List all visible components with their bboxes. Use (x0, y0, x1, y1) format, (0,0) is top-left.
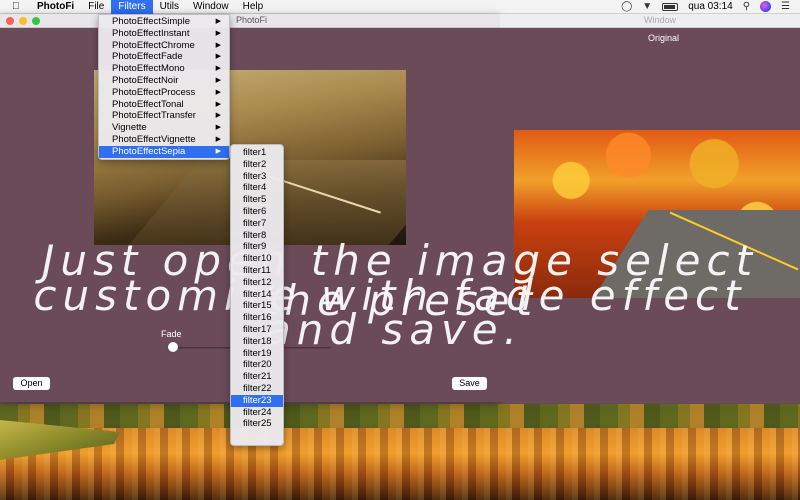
battery-icon[interactable] (662, 2, 679, 11)
menu-window[interactable]: Window (186, 0, 236, 14)
filters-menu-item-label: PhotoEffectTransfer (112, 110, 196, 122)
submenu-arrow-icon: ▶ (215, 41, 221, 49)
wallpaper-lake (0, 428, 800, 500)
sepia-submenu-item[interactable]: filter15 (231, 300, 283, 312)
filters-menu: PhotoEffectSimple ▶ PhotoEffectInstant ▶ Pho… (98, 14, 230, 160)
sepia-submenu-item[interactable]: filter4 (231, 182, 283, 194)
filters-menu-item-label: PhotoEffectMono (112, 63, 185, 75)
sepia-submenu-item[interactable]: filter14 (231, 289, 283, 301)
filters-menu-item[interactable]: PhotoEffectVignette ▶ (99, 134, 229, 146)
sepia-submenu-item[interactable]: filter23 (231, 394, 283, 407)
spotlight-search-icon[interactable]: ⚲ (743, 1, 750, 12)
apple-icon[interactable]:  (12, 1, 26, 12)
main-window-title: PhotoFi (236, 15, 268, 25)
sepia-submenu-item[interactable]: filter16 (231, 312, 283, 324)
filters-menu-item[interactable]: PhotoEffectMono ▶ (99, 63, 229, 75)
sepia-submenu: filter1 filter2 filter3 filter4 filter5 filte… (230, 144, 284, 446)
filters-menu-item-label: Vignette (112, 122, 147, 134)
original-image-preview (514, 130, 800, 298)
submenu-arrow-icon: ▶ (215, 65, 221, 73)
menu-app-name[interactable]: PhotoFi (30, 0, 81, 14)
sepia-submenu-item[interactable]: filter20 (231, 359, 283, 371)
original-window-titlebar[interactable]: Window (500, 14, 800, 28)
status-area: ◯ ▼ qua 03:14 ⚲ ☰ (621, 1, 800, 12)
menu-bar:  PhotoFi File Filters Utils Window Help… (0, 0, 800, 14)
wifi-icon[interactable]: ▼ (642, 1, 652, 12)
filters-menu-item[interactable]: PhotoEffectChrome ▶ (99, 40, 229, 52)
filters-menu-item[interactable]: PhotoEffectTonal ▶ (99, 99, 229, 111)
original-label: Original (648, 33, 680, 43)
sepia-submenu-item[interactable]: filter22 (231, 383, 283, 395)
sepia-submenu-item[interactable]: filter3 (231, 171, 283, 183)
sepia-submenu-item[interactable]: filter21 (231, 371, 283, 383)
minimize-button[interactable] (19, 17, 27, 25)
sepia-submenu-item[interactable]: filter7 (231, 218, 283, 230)
fade-slider-thumb[interactable] (168, 342, 178, 352)
submenu-arrow-icon: ▶ (215, 135, 221, 143)
sepia-submenu-item[interactable]: filter17 (231, 324, 283, 336)
menu-file[interactable]: File (81, 0, 111, 14)
sepia-submenu-item[interactable]: filter24 (231, 407, 283, 419)
filters-menu-item[interactable]: Vignette ▶ (99, 122, 229, 134)
time-machine-icon[interactable]: ◯ (621, 1, 632, 12)
filters-menu-item[interactable]: PhotoEffectTransfer ▶ (99, 110, 229, 122)
siri-icon[interactable] (760, 1, 772, 12)
sepia-submenu-item[interactable]: filter8 (231, 230, 283, 242)
filters-menu-item-label: PhotoEffectSepia (112, 145, 186, 157)
save-button[interactable]: Save (452, 377, 487, 390)
original-window: Window Original (500, 14, 800, 402)
filters-menu-item-label: PhotoEffectSimple (112, 16, 190, 27)
filters-menu-item-label: PhotoEffectProcess (112, 86, 196, 98)
submenu-arrow-icon: ▶ (215, 76, 221, 84)
submenu-arrow-icon: ▶ (215, 18, 221, 25)
filters-menu-item-label: PhotoEffectVignette (112, 133, 196, 145)
filters-menu-item-label: PhotoEffectFade (112, 51, 183, 63)
menu-utils[interactable]: Utils (153, 0, 186, 14)
sepia-submenu-item[interactable]: filter9 (231, 241, 283, 253)
filters-menu-item-label: PhotoEffectChrome (112, 39, 195, 51)
submenu-arrow-icon: ▶ (215, 29, 221, 37)
submenu-arrow-icon: ▶ (215, 112, 221, 120)
submenu-arrow-icon: ▶ (215, 88, 221, 96)
sepia-submenu-item[interactable]: filter19 (231, 348, 283, 360)
close-button[interactable] (6, 17, 14, 25)
submenu-arrow-icon: ▶ (215, 124, 221, 132)
open-button[interactable]: Open (13, 377, 50, 390)
fade-label: Fade (161, 329, 182, 339)
filters-menu-item[interactable]: PhotoEffectSimple ▶ (99, 16, 229, 28)
sepia-submenu-item[interactable]: filter1 (231, 147, 283, 159)
notification-center-icon[interactable]: ☰ (781, 1, 790, 12)
filters-menu-item[interactable]: PhotoEffectNoir ▶ (99, 75, 229, 87)
main-window-titlebar[interactable]: PhotoFi (0, 14, 500, 28)
submenu-arrow-icon: ▶ (215, 100, 221, 108)
zoom-button[interactable] (32, 17, 40, 25)
filters-menu-item-label: PhotoEffectTonal (112, 98, 184, 110)
sepia-submenu-item[interactable]: filter2 (231, 159, 283, 171)
filters-menu-item[interactable]: PhotoEffectInstant ▶ (99, 28, 229, 40)
sepia-submenu-item[interactable]: filter12 (231, 277, 283, 289)
menu-filters[interactable]: Filters (111, 0, 153, 14)
submenu-arrow-icon: ▶ (215, 53, 221, 61)
menu-clock[interactable]: qua 03:14 (688, 1, 733, 12)
menu-help[interactable]: Help (236, 0, 271, 14)
original-window-title: Window (643, 15, 676, 25)
filters-menu-item-label: PhotoEffectInstant (112, 27, 190, 39)
submenu-arrow-icon: ▶ (215, 147, 221, 155)
sepia-submenu-item[interactable]: filter5 (231, 194, 283, 206)
sepia-submenu-item[interactable]: filter25 (231, 418, 283, 430)
filters-menu-item[interactable]: PhotoEffectProcess ▶ (99, 87, 229, 99)
sepia-submenu-item[interactable]: filter10 (231, 253, 283, 265)
sepia-submenu-item[interactable]: filter18 (231, 336, 283, 348)
filters-menu-item[interactable]: PhotoEffectSepia ▶ (99, 145, 229, 158)
wallpaper-treeline (0, 404, 800, 428)
sepia-submenu-item[interactable]: filter6 (231, 206, 283, 218)
filters-menu-item-label: PhotoEffectNoir (112, 74, 179, 86)
filters-menu-item[interactable]: PhotoEffectFade ▶ (99, 51, 229, 63)
sepia-submenu-item[interactable]: filter11 (231, 265, 283, 277)
